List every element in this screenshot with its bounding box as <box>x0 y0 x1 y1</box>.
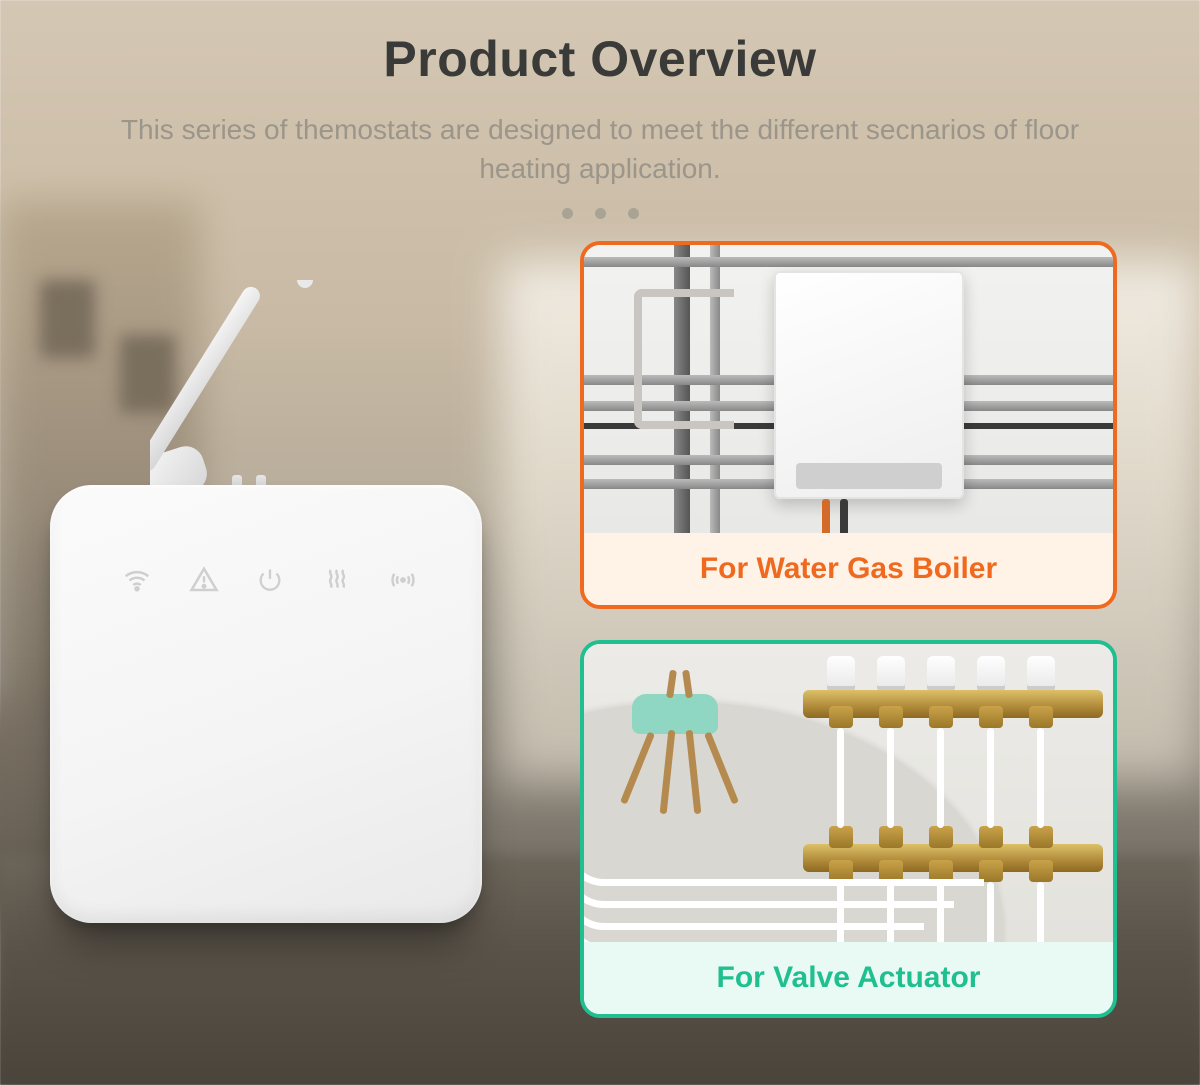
page-title: Product Overview <box>0 30 1200 88</box>
card-valve-label: For Valve Actuator <box>584 942 1113 1014</box>
device-body <box>50 485 482 923</box>
wifi-icon <box>120 563 154 597</box>
power-icon <box>253 563 287 597</box>
card-valve: For Valve Actuator <box>580 640 1117 1018</box>
signal-icon <box>386 563 420 597</box>
heat-icon <box>320 563 354 597</box>
card-valve-image <box>584 644 1113 942</box>
card-boiler-image <box>584 245 1113 533</box>
pager-dots <box>0 208 1200 219</box>
card-boiler: For Water Gas Boiler <box>580 241 1117 609</box>
dot-icon <box>595 208 606 219</box>
dot-icon <box>628 208 639 219</box>
page-subtitle: This series of themostats are designed t… <box>0 110 1200 188</box>
product-device <box>50 275 510 975</box>
antenna-icon <box>150 280 410 510</box>
header: Product Overview This series of themosta… <box>0 0 1200 219</box>
warning-icon <box>187 563 221 597</box>
card-boiler-label: For Water Gas Boiler <box>584 533 1113 605</box>
device-status-icons <box>120 563 420 597</box>
dot-icon <box>562 208 573 219</box>
